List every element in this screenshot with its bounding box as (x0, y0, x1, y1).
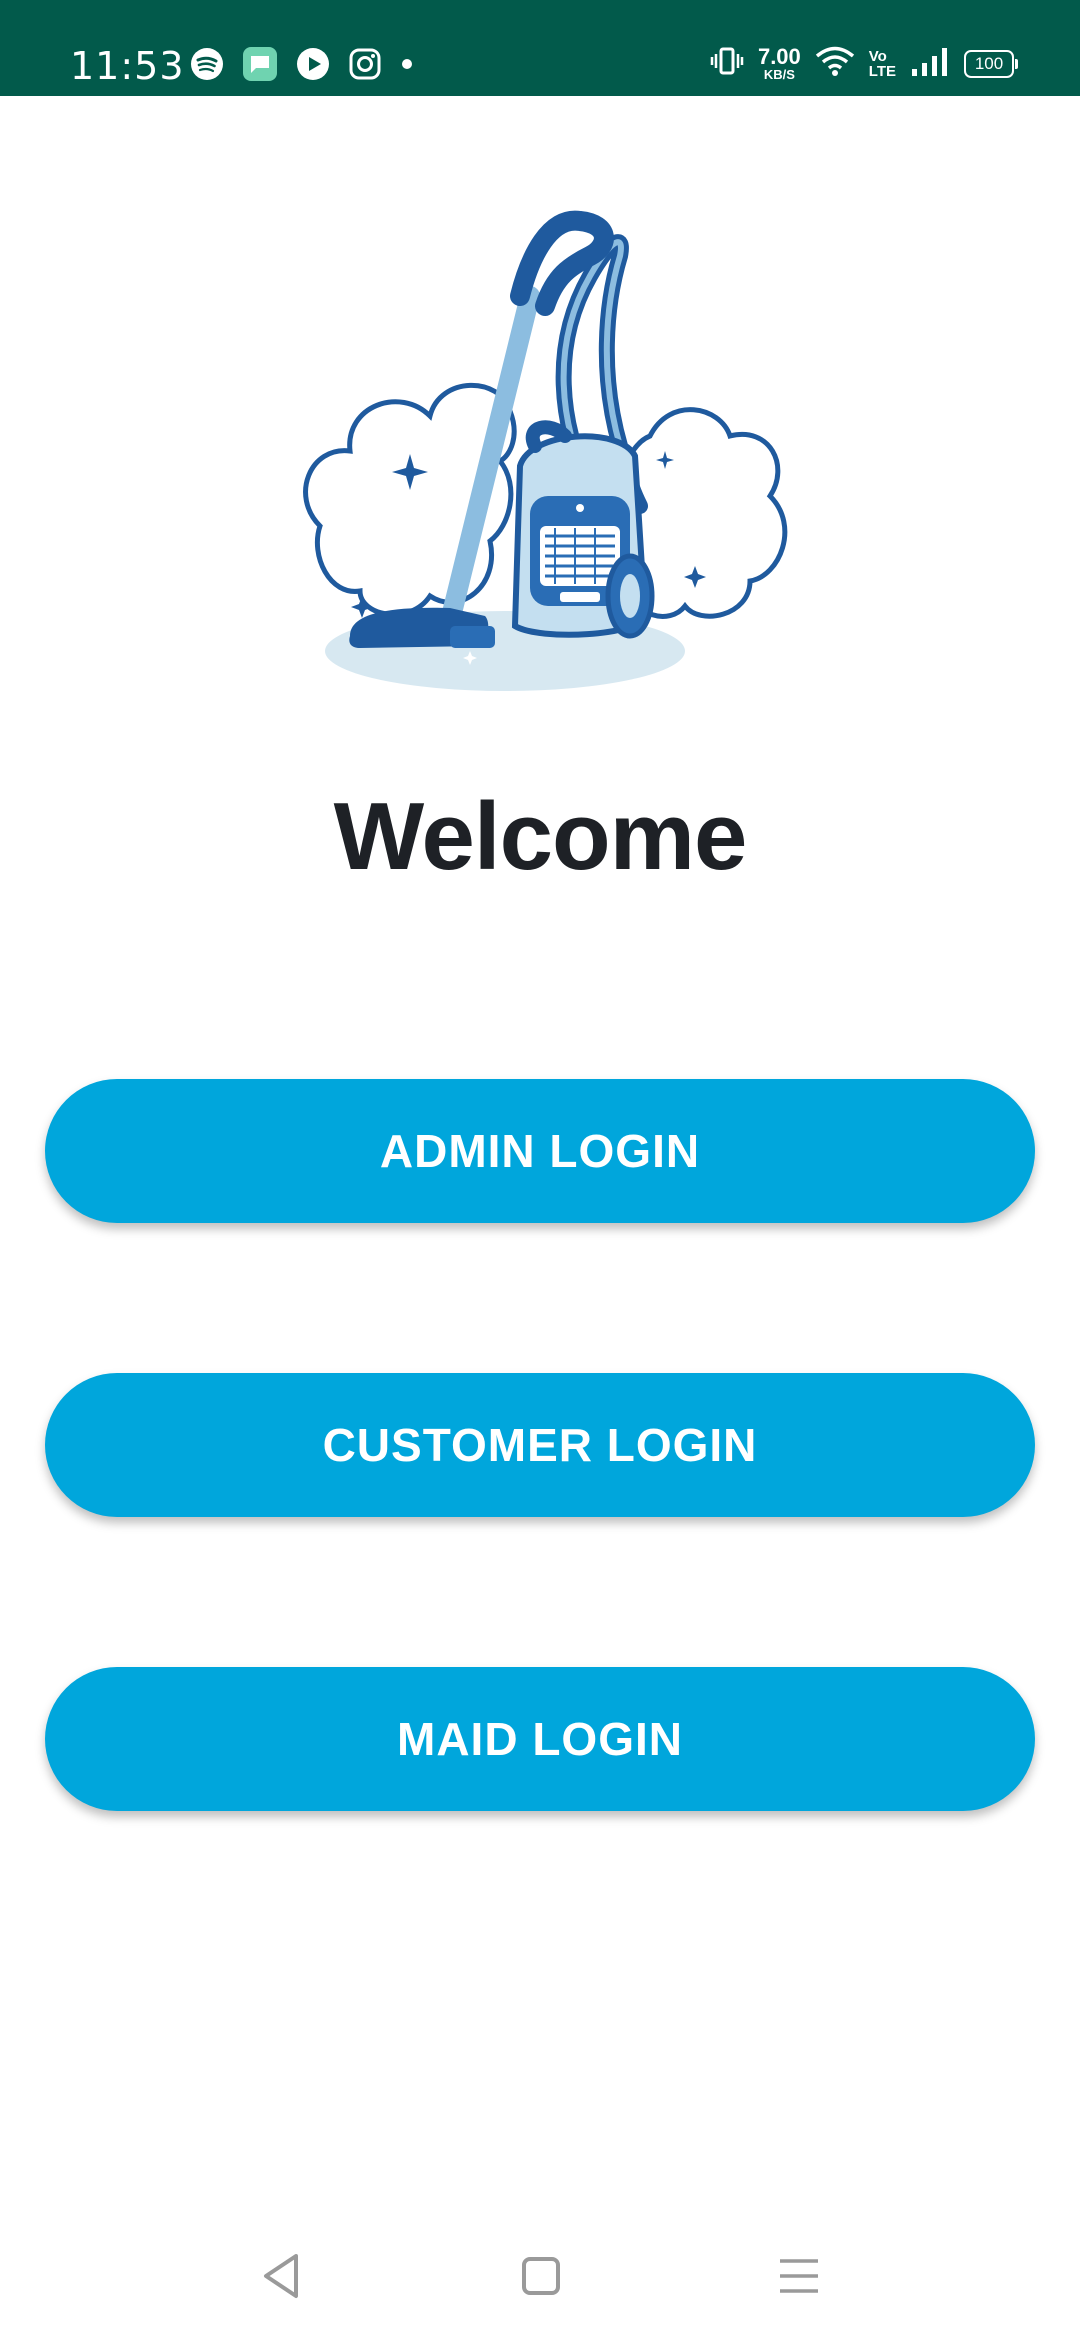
spotify-icon (190, 47, 224, 86)
status-bar: 11:53 7.00 KB/S Vo LTE 100 (0, 0, 1080, 96)
battery-icon: 100 (964, 49, 1018, 78)
network-speed: 7.00 KB/S (757, 44, 801, 82)
instagram-icon (348, 47, 382, 86)
recents-menu-icon[interactable] (776, 2253, 822, 2304)
volte-indicator: Vo LTE (869, 49, 896, 79)
messages-icon (242, 46, 278, 87)
speed-value: 7.00 (757, 44, 801, 69)
navigation-bar (0, 2220, 1080, 2340)
status-time: 11:53 (70, 44, 185, 88)
admin-login-button[interactable]: ADMIN LOGIN (45, 1079, 1035, 1223)
maid-login-button[interactable]: MAID LOGIN (45, 1667, 1035, 1811)
vacuum-illustration (290, 196, 790, 716)
vibrate-icon (710, 44, 744, 83)
volte-bottom: LTE (868, 62, 896, 80)
wifi-icon (815, 45, 855, 82)
signal-icon (910, 45, 950, 82)
notification-icons (190, 46, 414, 87)
page-title: Welcome (333, 783, 748, 890)
volte-top: Vo (868, 47, 887, 65)
more-notifications-dot (400, 57, 414, 76)
home-icon[interactable] (518, 2253, 564, 2304)
speed-unit: KB/S (763, 67, 795, 82)
system-icons: 7.00 KB/S Vo LTE 100 (710, 44, 1018, 83)
back-icon[interactable] (258, 2250, 304, 2307)
customer-login-button[interactable]: CUSTOMER LOGIN (45, 1373, 1035, 1517)
youtube-music-icon (296, 47, 330, 86)
